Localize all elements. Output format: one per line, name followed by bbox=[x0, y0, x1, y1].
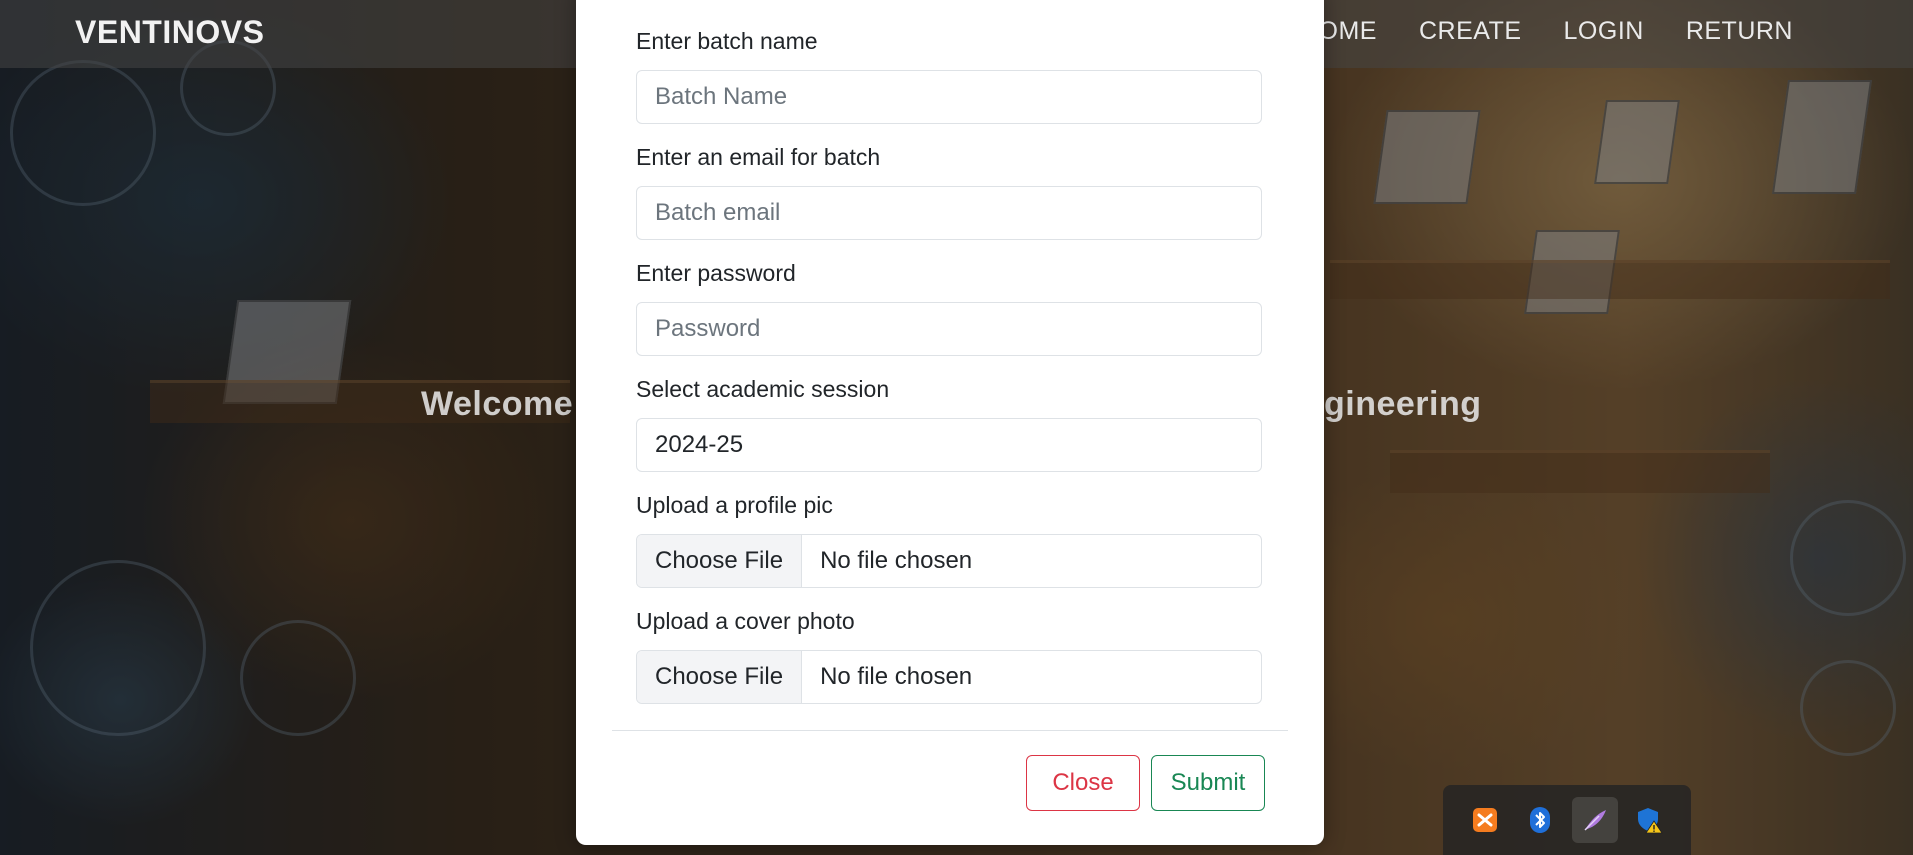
hero-text-left: Welcome bbox=[421, 385, 574, 423]
close-button[interactable]: Close bbox=[1026, 755, 1140, 811]
nav-links: HOME CREATE LOGIN RETURN bbox=[1300, 17, 1793, 46]
feather-app-icon[interactable] bbox=[1571, 797, 1618, 843]
profile-pic-file-status: No file chosen bbox=[820, 547, 973, 574]
password-input[interactable] bbox=[636, 302, 1262, 356]
cover-photo-file-input[interactable]: Choose File No file chosen bbox=[636, 650, 1262, 704]
cover-photo-choose-button[interactable]: Choose File bbox=[637, 651, 803, 703]
batch-name-input[interactable] bbox=[636, 70, 1262, 124]
bluetooth-icon[interactable] bbox=[1517, 797, 1563, 843]
profile-pic-choose-button[interactable]: Choose File bbox=[637, 535, 803, 587]
profile-pic-file-input[interactable]: Choose File No file chosen bbox=[636, 534, 1262, 588]
modal-footer-divider bbox=[612, 730, 1288, 731]
nav-login[interactable]: LOGIN bbox=[1564, 17, 1644, 46]
password-label: Enter password bbox=[636, 260, 796, 286]
batch-email-input[interactable] bbox=[636, 186, 1262, 240]
nav-return[interactable]: RETURN bbox=[1686, 17, 1793, 46]
security-warning-icon[interactable] bbox=[1627, 797, 1673, 843]
hero-text-right: gineering bbox=[1324, 385, 1482, 423]
brand-logo[interactable]: VENTINOVS bbox=[75, 14, 264, 51]
create-batch-modal: Enter batch name Enter an email for batc… bbox=[576, 0, 1324, 845]
session-select[interactable] bbox=[636, 418, 1262, 472]
nav-create[interactable]: CREATE bbox=[1419, 17, 1522, 46]
submit-button[interactable]: Submit bbox=[1151, 755, 1265, 811]
system-tray-overflow bbox=[1443, 785, 1691, 855]
batch-name-label: Enter batch name bbox=[636, 28, 818, 54]
batch-email-label: Enter an email for batch bbox=[636, 144, 881, 170]
cover-photo-label: Upload a cover photo bbox=[636, 608, 855, 634]
cover-photo-file-status: No file chosen bbox=[820, 663, 973, 690]
profile-pic-label: Upload a profile pic bbox=[636, 492, 833, 518]
xampp-icon[interactable] bbox=[1462, 797, 1508, 843]
session-label: Select academic session bbox=[636, 376, 890, 402]
